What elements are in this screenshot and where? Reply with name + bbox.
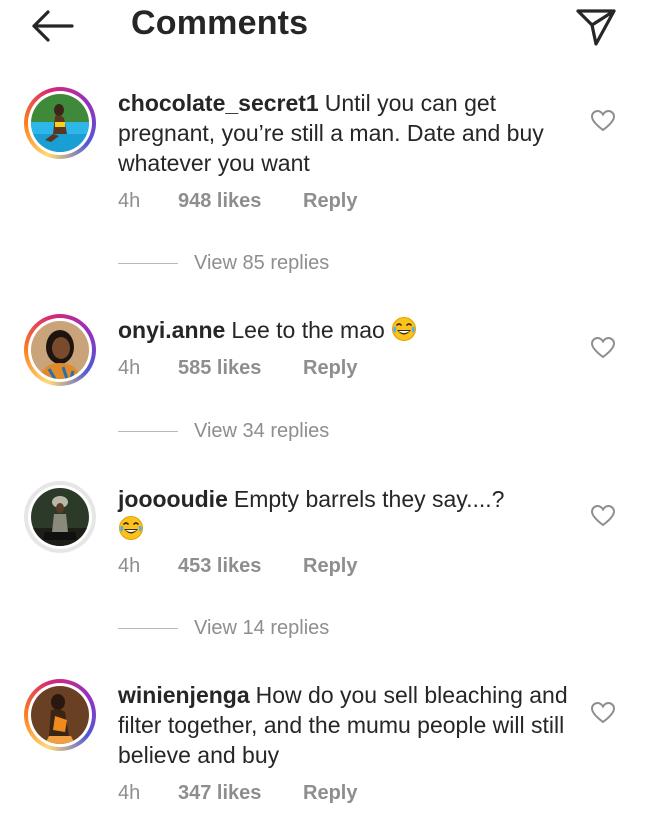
comment-username[interactable]: winienjenga: [118, 682, 250, 708]
avatar-story-ring[interactable]: [24, 679, 96, 751]
divider-line: [118, 628, 178, 629]
comment-meta: 4h 948 likes Reply: [118, 190, 357, 213]
view-replies-button[interactable]: View 34 replies: [118, 420, 329, 443]
heart-icon: [590, 504, 616, 527]
heart-icon: [590, 336, 616, 359]
comment-meta: 4h 453 likes Reply: [118, 555, 357, 578]
comment-username[interactable]: onyi.anne: [118, 317, 225, 343]
reply-button[interactable]: Reply: [303, 357, 357, 380]
header-bar: Comments: [0, 0, 654, 60]
heart-icon: [590, 109, 616, 132]
view-replies-button[interactable]: View 85 replies: [118, 252, 329, 275]
reply-button[interactable]: Reply: [303, 782, 357, 805]
avatar-story-ring[interactable]: [24, 314, 96, 386]
comment-body: chocolate_secret1 Until you can get pregn…: [118, 88, 568, 178]
comment-likes[interactable]: 347 likes: [178, 782, 303, 805]
comment-meta: 4h 347 likes Reply: [118, 782, 357, 805]
comment-time: 4h: [118, 357, 141, 379]
comment-meta: 4h 585 likes Reply: [118, 357, 357, 380]
comment-text: Empty barrels they say....?: [233, 486, 505, 512]
heart-icon: [590, 701, 616, 724]
comment-body: onyi.anne Lee to the mao: [118, 315, 568, 345]
face-with-tears-of-joy-icon: [392, 317, 417, 341]
comment-username[interactable]: chocolate_secret1: [118, 90, 319, 116]
comment-time: 4h: [118, 555, 141, 577]
paper-plane-icon: [576, 9, 616, 46]
comment-likes[interactable]: 948 likes: [178, 190, 303, 213]
comment-likes[interactable]: 585 likes: [178, 357, 303, 380]
comment-username[interactable]: jooooudie: [118, 486, 228, 512]
divider-line: [118, 263, 178, 264]
view-replies-button[interactable]: View 14 replies: [118, 617, 329, 640]
like-button[interactable]: [590, 108, 616, 134]
divider-line: [118, 431, 178, 432]
comment-text: Lee to the mao: [231, 317, 385, 343]
face-with-tears-of-joy-icon: [119, 516, 143, 540]
avatar-story-ring[interactable]: [24, 87, 96, 159]
like-button[interactable]: [590, 503, 616, 529]
reply-button[interactable]: Reply: [303, 190, 357, 213]
share-button[interactable]: [574, 4, 618, 48]
comment-time: 4h: [118, 782, 141, 804]
arrow-left-icon: [32, 10, 74, 42]
avatar-ring[interactable]: [24, 481, 96, 553]
comment-body: winienjenga How do you sell bleaching and…: [118, 680, 568, 770]
comment-likes[interactable]: 453 likes: [178, 555, 303, 578]
like-button[interactable]: [590, 335, 616, 361]
page-title: Comments: [131, 4, 309, 42]
back-button[interactable]: [28, 6, 78, 46]
view-replies-label: View 34 replies: [194, 420, 330, 442]
avatar: [31, 686, 89, 744]
comment-body: jooooudie Empty barrels they say....?: [118, 484, 568, 544]
avatar: [31, 488, 89, 546]
avatar: [31, 321, 89, 379]
view-replies-label: View 85 replies: [194, 252, 330, 274]
avatar: [31, 94, 89, 152]
comment-time: 4h: [118, 190, 141, 212]
like-button[interactable]: [590, 700, 616, 726]
view-replies-label: View 14 replies: [194, 617, 330, 639]
reply-button[interactable]: Reply: [303, 555, 357, 578]
